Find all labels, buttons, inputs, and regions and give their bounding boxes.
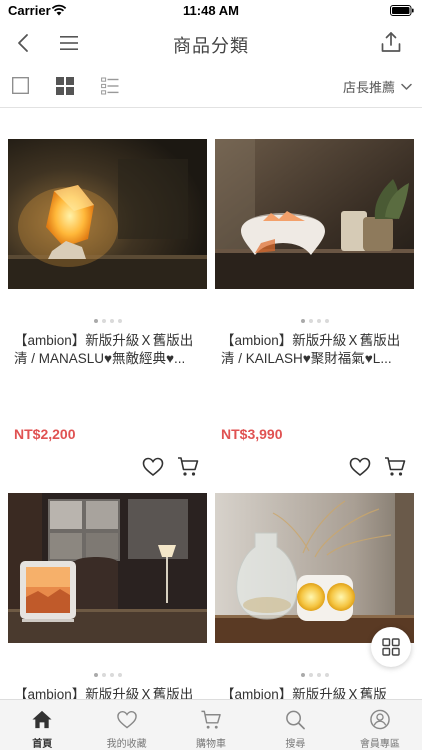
grid-icon xyxy=(382,638,400,656)
product-image[interactable] xyxy=(215,493,414,643)
carousel-dots xyxy=(215,319,414,323)
product-title[interactable]: 【ambion】新版升級Ｘ舊版 xyxy=(221,686,411,699)
carousel-dot xyxy=(101,673,106,677)
single-view-icon[interactable] xyxy=(12,77,29,94)
home-icon xyxy=(32,710,52,729)
list-view-icon[interactable] xyxy=(101,77,119,95)
product-card[interactable]: 【ambion】新版升級Ｘ舊版出 xyxy=(8,493,207,699)
carousel-dot xyxy=(101,319,106,323)
carousel-dot xyxy=(308,673,313,677)
status-time: 11:48 AM xyxy=(183,3,239,18)
product-title[interactable]: 【ambion】新版升級Ｘ舊版出清 / MANASLU♥無敵經典♥... xyxy=(14,332,204,368)
tab-member[interactable]: 會員專區 xyxy=(338,700,422,750)
view-toolbar: 店長推薦 xyxy=(0,64,422,108)
sort-label: 店長推薦 xyxy=(342,80,395,95)
product-image[interactable] xyxy=(215,139,414,289)
share-icon[interactable] xyxy=(380,30,402,54)
diffuser-photo xyxy=(215,139,414,289)
product-price: NT$3,990 xyxy=(221,426,283,442)
floating-grid-button[interactable] xyxy=(371,627,411,667)
tab-member-label: 會員專區 xyxy=(359,739,400,750)
tab-search-label: 搜尋 xyxy=(285,739,306,750)
carousel-dot xyxy=(324,319,329,323)
carousel-dots xyxy=(8,319,207,323)
product-image[interactable] xyxy=(8,493,207,643)
grid-view-icon[interactable] xyxy=(56,77,74,95)
tab-cart[interactable]: 購物車 xyxy=(169,700,253,750)
product-image[interactable] xyxy=(8,139,207,289)
carousel-dot xyxy=(324,673,329,677)
frame-lamp-photo xyxy=(8,493,207,643)
cart-icon xyxy=(201,710,221,729)
tab-favorites[interactable]: 我的收藏 xyxy=(84,700,168,750)
tab-favorites-label: 我的收藏 xyxy=(106,739,147,750)
product-title[interactable]: 【ambion】新版升級Ｘ舊版出清 / KAILASH♥聚財福氣♥L... xyxy=(221,332,411,368)
heart-icon xyxy=(116,710,137,729)
product-price: NT$2,200 xyxy=(14,426,76,442)
sort-dropdown[interactable]: 店長推薦 xyxy=(343,77,412,96)
page-title: 商品分類 xyxy=(173,36,249,56)
product-card[interactable]: 【ambion】新版升級Ｘ舊版出清 / MANASLU♥無敵經典♥... NT$… xyxy=(8,139,207,477)
carousel-dot xyxy=(109,673,114,677)
tab-home-label: 首頁 xyxy=(32,739,53,750)
carousel-dot xyxy=(109,319,114,323)
carousel-dot xyxy=(117,319,122,323)
bottom-tab-bar: 首頁 我的收藏 購物車 搜尋 會員專區 xyxy=(0,699,422,750)
product-card[interactable]: 【ambion】新版升級Ｘ舊版 xyxy=(215,493,414,699)
cart-icon[interactable] xyxy=(384,456,406,477)
product-card[interactable]: 【ambion】新版升級Ｘ舊版出清 / KAILASH♥聚財福氣♥L... NT… xyxy=(215,139,414,477)
user-icon xyxy=(370,709,390,730)
product-grid: 【ambion】新版升級Ｘ舊版出清 / MANASLU♥無敵經典♥... NT$… xyxy=(0,109,422,699)
status-bar: Carrier 11:48 AM xyxy=(0,0,422,22)
tab-home[interactable]: 首頁 xyxy=(0,700,84,750)
navigation-bar: 商品分類 xyxy=(0,22,422,64)
product-title[interactable]: 【ambion】新版升級Ｘ舊版出 xyxy=(14,686,204,699)
carousel-dot xyxy=(117,673,122,677)
tab-cart-label: 購物車 xyxy=(196,739,227,750)
carousel-dot xyxy=(93,319,98,323)
carousel-dots xyxy=(215,673,414,677)
cart-icon[interactable] xyxy=(177,456,199,477)
carousel-dot xyxy=(300,673,305,677)
carousel-dot xyxy=(300,319,305,323)
cube-lamp-photo xyxy=(215,493,414,643)
tab-search[interactable]: 搜尋 xyxy=(253,700,337,750)
carousel-dot xyxy=(316,673,321,677)
battery-icon xyxy=(390,5,414,16)
salt-lamp-photo xyxy=(8,139,207,289)
search-icon xyxy=(286,710,306,730)
carousel-dots xyxy=(8,673,207,677)
heart-icon[interactable] xyxy=(349,457,371,477)
chevron-down-icon xyxy=(401,83,412,90)
carousel-dot xyxy=(93,673,98,677)
heart-icon[interactable] xyxy=(142,457,164,477)
carousel-dot xyxy=(308,319,313,323)
carousel-dot xyxy=(316,319,321,323)
